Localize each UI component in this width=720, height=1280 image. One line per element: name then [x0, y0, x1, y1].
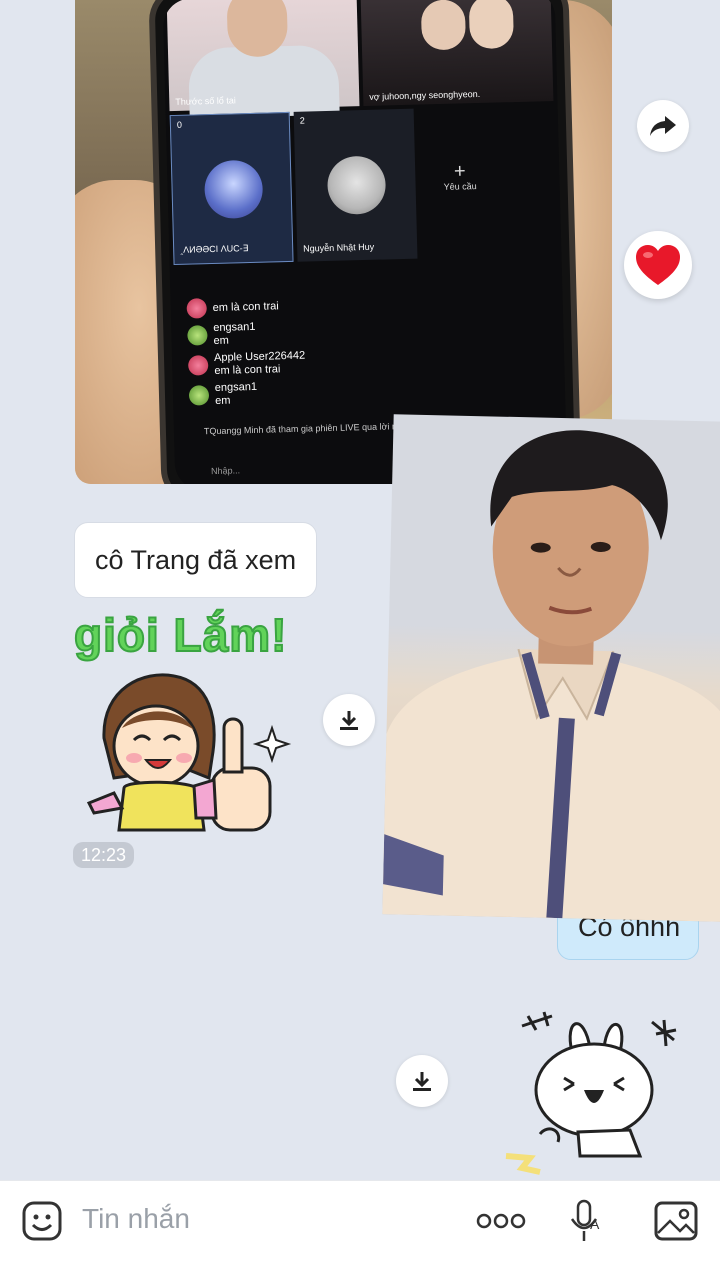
forward-button[interactable]: [637, 100, 689, 152]
message-timestamp: 12:23: [73, 842, 135, 868]
photo-message[interactable]: Thước số lổ tai vợ juhoon,ngy seonghyeon…: [75, 0, 612, 484]
svg-text:A: A: [590, 1216, 600, 1232]
cam-person-face: [468, 0, 515, 50]
avatar: [186, 298, 207, 319]
avatar: [326, 155, 387, 215]
live-chat: em là con trai engsan1 em Apple User22644…: [186, 291, 489, 413]
avatar: [188, 385, 210, 406]
live-chat-line: engsan1 em: [188, 375, 490, 409]
chat-text: em là con trai: [214, 363, 281, 377]
message-composer: Tin nhắn A: [0, 1180, 720, 1280]
video-person: [382, 430, 720, 922]
forward-icon: [650, 116, 676, 136]
plus-icon: +: [453, 160, 466, 183]
photo-phone: Thước số lổ tai vợ juhoon,ngy seonghyeon…: [148, 0, 582, 484]
video-overlay: [382, 414, 720, 922]
seat-name: ꞈΛИƏƏCI ɅUC-∃: [180, 243, 249, 255]
chat-text: em là con trai: [212, 299, 279, 314]
avatar: [187, 355, 209, 376]
chat-text: em: [215, 394, 231, 407]
avatar: [187, 325, 208, 346]
live-seat: 0 ꞈΛИƏƏCI ɅUC-∃: [169, 111, 294, 266]
chat-text: em: [213, 334, 230, 347]
download-button[interactable]: [396, 1055, 448, 1107]
received-message-bubble[interactable]: cô Trang đã xem: [74, 522, 318, 598]
sticker-caption: giỏi Lắm!: [73, 608, 288, 662]
cam-caption: vợ juhoon,ngy seonghyeon.: [369, 88, 481, 102]
seat-viewer-count: 0: [176, 119, 183, 130]
chat-user: engsan1: [214, 380, 258, 394]
seat-viewer-count: 2: [299, 115, 305, 126]
more-icon[interactable]: [476, 1211, 526, 1231]
live-input-placeholder: Nhập...: [210, 465, 241, 477]
heart-icon: [636, 245, 680, 285]
request-label: Yêu cầu: [443, 181, 477, 192]
image-icon[interactable]: [654, 1201, 698, 1241]
phone-screen: Thước số lổ tai vợ juhoon,ngy seonghyeon…: [162, 0, 568, 484]
message-text: cô Trang đã xem: [95, 544, 297, 575]
live-chat-line: engsan1 em: [187, 315, 488, 349]
download-icon: [413, 1072, 431, 1091]
reaction-heart-button[interactable]: [624, 231, 692, 299]
cam-person-face: [420, 0, 467, 51]
live-seat: 2 Nguyễn Nhật Huy: [293, 108, 418, 262]
emoji-icon[interactable]: [22, 1201, 62, 1241]
request-seat: + Yêu cầu: [443, 160, 477, 192]
voice-icon[interactable]: A: [568, 1199, 604, 1243]
message-input[interactable]: Tin nhắn: [82, 1203, 190, 1235]
live-chat-line: em là con trai: [186, 291, 486, 319]
sticker-bunny[interactable]: [500, 1008, 690, 1178]
download-button[interactable]: [323, 694, 375, 746]
chat-user: engsan1: [213, 320, 256, 335]
download-icon: [340, 711, 358, 730]
avatar: [203, 159, 264, 220]
chat-user: Apple User226442: [213, 349, 306, 364]
cam-caption: Thước số lổ tai: [175, 95, 236, 107]
seat-name: Nguyễn Nhật Huy: [303, 241, 375, 254]
live-cam-1: Thước số lổ tai: [166, 0, 360, 119]
live-chat-line: Apple User226442 em là con trai: [187, 345, 489, 379]
sticker-thumbs-up[interactable]: [84, 668, 294, 838]
live-cam-2: vợ juhoon,ngy seonghyeon.: [360, 0, 554, 106]
